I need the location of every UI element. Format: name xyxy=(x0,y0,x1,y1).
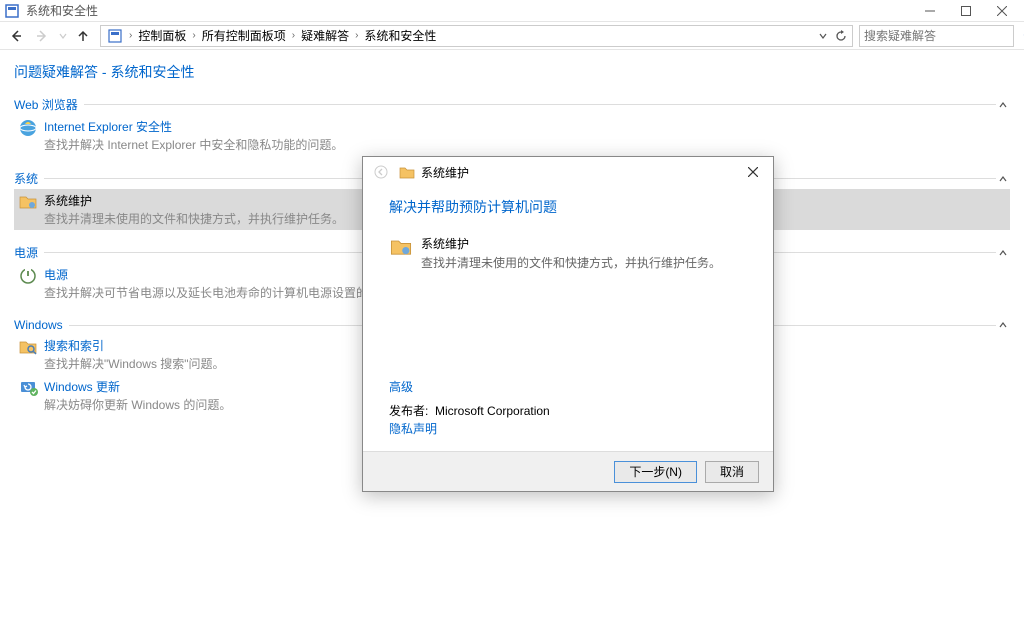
item-desc: 查找并清理未使用的文件和快捷方式，并执行维护任务。 xyxy=(44,210,344,227)
item-title: Windows 更新 xyxy=(44,378,231,395)
window-close-button[interactable] xyxy=(984,0,1020,22)
dialog-titlebar: 系统维护 xyxy=(363,157,773,187)
list-item-ie-security[interactable]: Internet Explorer 安全性 查找并解决 Internet Exp… xyxy=(14,115,1010,156)
breadcrumb-sep-icon: › xyxy=(190,30,197,41)
browser-icon xyxy=(18,118,38,138)
item-desc: 查找并解决可节省电源以及延长电池寿命的计算机电源设置的问题。 xyxy=(44,284,404,301)
page-title: 问题疑难解答 - 系统和安全性 xyxy=(14,62,1010,82)
section-label: 系统 xyxy=(14,170,38,187)
section-header[interactable]: Web 浏览器 xyxy=(14,96,1010,113)
section-label: 电源 xyxy=(14,244,38,261)
address-icon xyxy=(107,28,123,44)
search-input[interactable] xyxy=(860,29,1023,43)
dialog-item-title: 系统维护 xyxy=(421,235,721,252)
nav-up-button[interactable] xyxy=(72,25,94,47)
window-title: 系统和安全性 xyxy=(26,2,912,19)
dialog-title-icon xyxy=(399,164,415,180)
nav-back-button[interactable] xyxy=(4,24,28,48)
window-maximize-button[interactable] xyxy=(948,0,984,22)
item-desc: 查找并解决 Internet Explorer 中安全和隐私功能的问题。 xyxy=(44,136,343,153)
power-icon xyxy=(18,266,38,286)
item-desc: 查找并解决"Windows 搜索"问题。 xyxy=(44,355,225,372)
dialog-troubleshooter-item: 系统维护 查找并清理未使用的文件和快捷方式，并执行维护任务。 xyxy=(389,235,747,271)
breadcrumb-sep-icon: › xyxy=(353,30,360,41)
address-refresh-button[interactable] xyxy=(832,26,850,46)
dialog-close-button[interactable] xyxy=(739,160,767,184)
nav-forward-button[interactable] xyxy=(30,24,54,48)
address-bar[interactable]: › 控制面板 › 所有控制面板项 › 疑难解答 › 系统和安全性 xyxy=(100,25,853,47)
item-title: 搜索和索引 xyxy=(44,337,225,354)
chevron-up-icon[interactable] xyxy=(996,98,1010,112)
folder-icon xyxy=(18,192,38,212)
breadcrumb-item[interactable]: 系统和安全性 xyxy=(360,27,440,44)
dialog-advanced-link[interactable]: 高级 xyxy=(389,378,413,395)
publisher-value: Microsoft Corporation xyxy=(435,404,550,418)
item-title: 电源 xyxy=(44,266,404,283)
publisher-label: 发布者: xyxy=(389,404,428,418)
dialog-body: 解决并帮助预防计算机问题 系统维护 查找并清理未使用的文件和快捷方式，并执行维护… xyxy=(363,187,773,451)
dialog-item-desc: 查找并清理未使用的文件和快捷方式，并执行维护任务。 xyxy=(421,254,721,271)
breadcrumb-item[interactable]: 控制面板 xyxy=(134,27,190,44)
chevron-up-icon[interactable] xyxy=(996,318,1010,332)
navbar: › 控制面板 › 所有控制面板项 › 疑难解答 › 系统和安全性 xyxy=(0,22,1024,50)
window-minimize-button[interactable] xyxy=(912,0,948,22)
section-web-browser: Web 浏览器 Internet Explorer 安全性 查找并解决 Inte… xyxy=(14,96,1010,156)
item-title: Internet Explorer 安全性 xyxy=(44,118,343,135)
search-box[interactable] xyxy=(859,25,1014,47)
breadcrumb-sep-icon: › xyxy=(127,30,134,41)
dialog-privacy-link[interactable]: 隐私声明 xyxy=(389,420,437,437)
breadcrumb-item[interactable]: 所有控制面板项 xyxy=(198,27,290,44)
titlebar: 系统和安全性 xyxy=(0,0,1024,22)
section-label: Web 浏览器 xyxy=(14,96,78,113)
app-icon xyxy=(4,3,20,19)
section-separator xyxy=(84,104,996,105)
breadcrumb-sep-icon: › xyxy=(290,30,297,41)
nav-recent-dropdown[interactable] xyxy=(56,24,70,48)
address-dropdown-button[interactable] xyxy=(814,26,832,46)
dialog-publisher: 发布者: Microsoft Corporation xyxy=(389,402,550,419)
chevron-up-icon[interactable] xyxy=(996,246,1010,260)
dialog-footer: 下一步(N) 取消 xyxy=(363,451,773,491)
dialog-back-button[interactable] xyxy=(369,160,393,184)
dialog-heading: 解决并帮助预防计算机问题 xyxy=(389,197,747,217)
cancel-button[interactable]: 取消 xyxy=(705,461,759,483)
next-button[interactable]: 下一步(N) xyxy=(614,461,697,483)
dialog-title: 系统维护 xyxy=(421,164,739,181)
section-label: Windows xyxy=(14,318,63,332)
troubleshooter-dialog: 系统维护 解决并帮助预防计算机问题 系统维护 查找并清理未使用的文件和快捷方式，… xyxy=(362,156,774,492)
folder-icon xyxy=(389,235,413,259)
item-desc: 解决妨碍你更新 Windows 的问题。 xyxy=(44,396,231,413)
breadcrumb-item[interactable]: 疑难解答 xyxy=(297,27,353,44)
item-title: 系统维护 xyxy=(44,192,344,209)
search-icon xyxy=(18,337,38,357)
chevron-up-icon[interactable] xyxy=(996,172,1010,186)
update-icon xyxy=(18,378,38,398)
